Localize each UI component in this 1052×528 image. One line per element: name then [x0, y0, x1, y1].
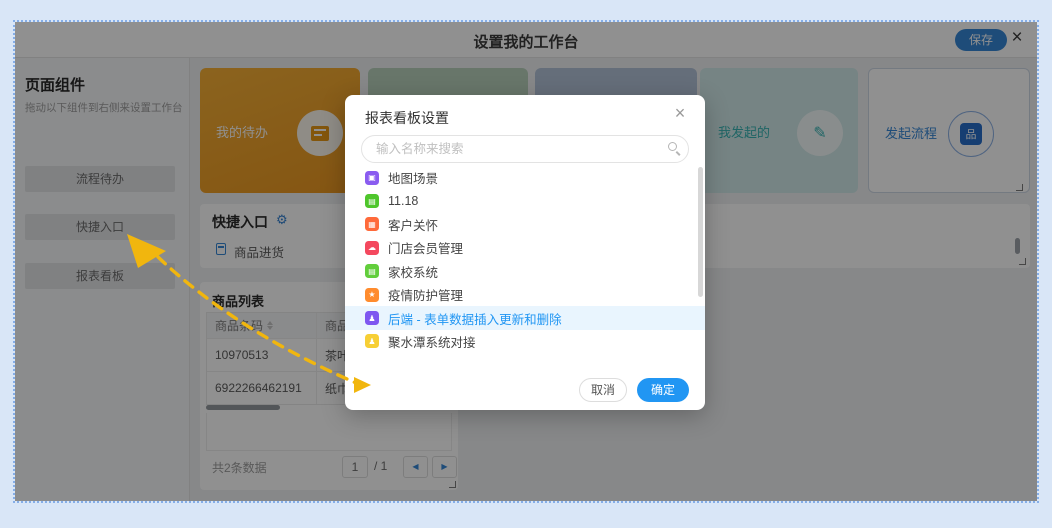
list-item[interactable]: ▣地图场景: [345, 166, 697, 189]
modal-scrollbar-thumb[interactable]: [698, 167, 703, 297]
search-icon: [668, 142, 677, 151]
report-icon: ★: [365, 288, 379, 302]
list-item-selected[interactable]: ♟后端 - 表单数据插入更新和删除: [345, 306, 705, 329]
report-icon: ▤: [365, 194, 379, 208]
report-list: ▣地图场景 ▤11.18 ▦客户关怀 ☁门店会员管理 ▤家校系统 ★疫情防护管理…: [345, 166, 697, 353]
search-input[interactable]: [361, 135, 689, 163]
list-item[interactable]: ★疫情防护管理: [345, 283, 697, 306]
cancel-button[interactable]: 取消: [579, 378, 627, 402]
dialog-title: 报表看板设置: [365, 108, 449, 128]
list-item[interactable]: ▤家校系统: [345, 260, 697, 283]
list-item[interactable]: ▤11.18: [345, 189, 697, 212]
report-board-settings-dialog: 报表看板设置 × ▣地图场景 ▤11.18 ▦客户关怀 ☁门店会员管理 ▤家校系…: [345, 95, 705, 410]
confirm-button[interactable]: 确定: [637, 378, 689, 402]
dialog-close-icon[interactable]: ×: [669, 103, 691, 124]
list-item[interactable]: ☁门店会员管理: [345, 236, 697, 259]
list-item[interactable]: ♟聚水潭系统对接: [345, 330, 697, 353]
report-icon: ▦: [365, 217, 379, 231]
report-icon: ♟: [365, 334, 379, 348]
workspace-settings-window: 设置我的工作台 保存 × 页面组件 拖动以下组件到右侧来设置工作台 流程待办 快…: [15, 22, 1037, 501]
report-icon: ♟: [365, 311, 379, 325]
report-icon: ▤: [365, 264, 379, 278]
report-icon: ☁: [365, 241, 379, 255]
list-item[interactable]: ▦客户关怀: [345, 213, 697, 236]
report-icon: ▣: [365, 171, 379, 185]
